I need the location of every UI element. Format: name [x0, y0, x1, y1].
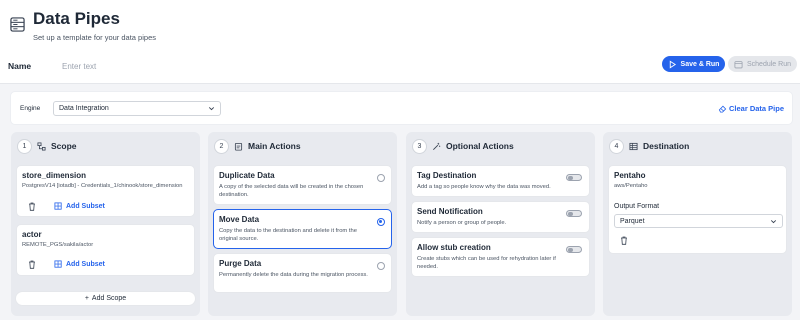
engine-value: Data Integration [59, 105, 109, 112]
main-actions-title: Main Actions [248, 141, 301, 151]
save-and-run-label: Save & Run [680, 60, 720, 68]
destination-header: 4 Destination [609, 138, 689, 154]
option-title: Send Notification [417, 207, 483, 216]
main-actions-column: 2 Main Actions Duplicate Data A copy of … [208, 132, 397, 316]
scope-column: 1 Scope store_dimension PostgresV14 [iot… [11, 132, 200, 316]
scope-card-subtitle: REMOTE_PGS/sakila/actor [22, 242, 94, 248]
duplicate-radio[interactable] [377, 174, 385, 182]
name-input[interactable] [58, 57, 258, 75]
add-scope-button[interactable]: + Add Scope [15, 291, 196, 306]
engine-bar: Engine Data Integration Clear Data Pipe [10, 91, 793, 125]
add-subset-label: Add Subset [66, 261, 105, 268]
option-title: Tag Destination [417, 171, 477, 180]
scope-card[interactable]: store_dimension PostgresV14 [iotadb] - C… [16, 165, 195, 217]
step-number: 1 [17, 138, 32, 154]
optional-actions-header: 3 Optional Actions [412, 138, 514, 154]
scope-card-subtitle: PostgresV14 [iotadb] - Credentials_1/chi… [22, 183, 183, 189]
destination-card-subtitle: aws/Pentaho [614, 183, 648, 189]
destination-card[interactable]: Pentaho aws/Pentaho Output Format Parque… [608, 165, 787, 254]
destination-card-title: Pentaho [614, 171, 646, 180]
eraser-icon [718, 105, 727, 113]
scope-title: Scope [51, 141, 77, 151]
action-description: Permanently delete the data during the m… [219, 272, 368, 278]
engine-label: Engine [20, 105, 41, 112]
page-title: Data Pipes [33, 9, 120, 28]
action-option-move[interactable]: Move Data Copy the data to the destinati… [213, 209, 392, 249]
trash-icon[interactable] [28, 260, 36, 269]
add-subset-label: Add Subset [66, 203, 105, 210]
trash-icon[interactable] [620, 236, 628, 245]
option-description: Notify a person or group of people. [417, 220, 507, 226]
scope-header: 1 Scope [17, 138, 77, 154]
action-title: Move Data [219, 215, 260, 224]
send-notification-toggle[interactable] [566, 210, 582, 217]
calendar-icon [734, 60, 743, 68]
step-number: 4 [609, 138, 624, 154]
table-icon [629, 142, 638, 150]
schedule-run-label: Schedule Run [747, 60, 791, 68]
add-subset-button[interactable]: Add Subset [54, 202, 105, 211]
tag-destination-toggle[interactable] [566, 174, 582, 181]
server-rack-icon [10, 17, 25, 32]
allow-stub-toggle[interactable] [566, 246, 582, 253]
page-subtitle: Set up a template for your data pipes [33, 33, 156, 42]
engine-select[interactable]: Data Integration [53, 101, 221, 116]
option-title: Allow stub creation [417, 243, 491, 252]
purge-radio[interactable] [377, 262, 385, 270]
move-radio[interactable] [377, 218, 385, 226]
schedule-run-button[interactable]: Schedule Run [728, 56, 797, 72]
name-label: Name [8, 61, 32, 71]
optional-send-notification[interactable]: Send Notification Notify a person or gro… [411, 201, 590, 233]
table-plus-icon [54, 202, 62, 210]
chevron-down-icon [208, 107, 215, 111]
add-scope-label: Add Scope [91, 295, 127, 302]
clear-data-pipe-label: Clear Data Pipe [729, 104, 785, 113]
destination-title: Destination [643, 141, 690, 151]
scope-card[interactable]: actor REMOTE_PGS/sakila/actor Add Subset [16, 224, 195, 276]
clipboard-icon [234, 142, 243, 151]
step-number: 2 [214, 138, 229, 154]
optional-actions-title: Optional Actions [446, 141, 514, 151]
optional-allow-stub[interactable]: Allow stub creation Create stubs which c… [411, 237, 590, 277]
magic-wand-icon [433, 142, 441, 150]
scope-card-title: store_dimension [22, 171, 87, 180]
step-number: 3 [412, 138, 427, 154]
plus-icon: + [84, 295, 89, 302]
trash-icon[interactable] [28, 202, 36, 211]
output-format-value: Parquet [620, 218, 645, 225]
action-option-duplicate[interactable]: Duplicate Data A copy of the selected da… [213, 165, 392, 205]
clear-data-pipe-button[interactable]: Clear Data Pipe [718, 104, 784, 113]
scope-card-title: actor [22, 230, 42, 239]
hierarchy-icon [37, 141, 46, 151]
optional-tag-destination[interactable]: Tag Destination Add a tag so people know… [411, 165, 590, 197]
action-title: Duplicate Data [219, 171, 275, 180]
destination-column: 4 Destination Pentaho aws/Pentaho Output… [603, 132, 792, 316]
action-description: Copy the data to the destination and del… [219, 228, 357, 243]
main-actions-header: 2 Main Actions [214, 138, 301, 154]
table-plus-icon [54, 260, 62, 268]
chevron-down-icon [770, 220, 777, 224]
save-and-run-button[interactable]: Save & Run [662, 56, 725, 72]
action-title: Purge Data [219, 259, 262, 268]
page-header: Data Pipes Set up a template for your da… [0, 0, 800, 48]
action-description: A copy of the selected data will be crea… [219, 184, 364, 199]
output-format-label: Output Format [614, 203, 660, 210]
option-description: Create stubs which can be used for rehyd… [417, 256, 556, 271]
add-subset-button[interactable]: Add Subset [54, 260, 105, 269]
action-option-purge[interactable]: Purge Data Permanently delete the data d… [213, 253, 392, 293]
option-description: Add a tag so people know why the data wa… [417, 184, 551, 190]
play-icon [669, 60, 676, 68]
output-format-select[interactable]: Parquet [614, 214, 783, 228]
optional-actions-column: 3 Optional Actions Tag Destination Add a… [406, 132, 595, 316]
